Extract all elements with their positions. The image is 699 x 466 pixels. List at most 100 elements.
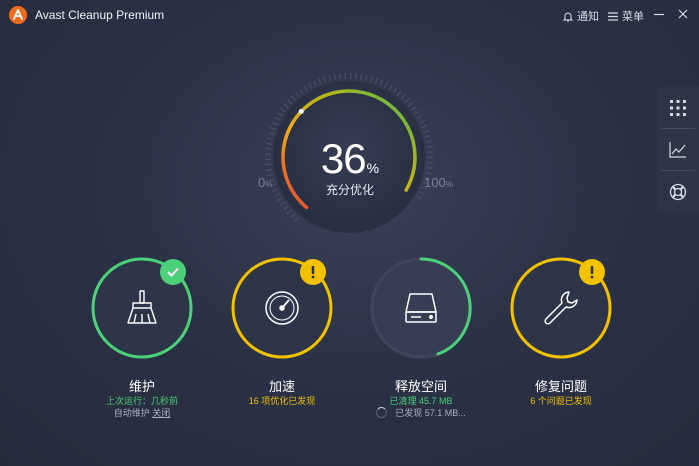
gauge-tick — [279, 201, 286, 206]
check-icon — [167, 267, 179, 277]
gauge-tick — [421, 124, 428, 129]
lifebuoy-icon — [669, 183, 687, 200]
broom-icon — [127, 290, 157, 324]
gauge-tick — [418, 191, 425, 195]
close-button[interactable] — [676, 6, 690, 22]
gauge-unit: % — [366, 160, 380, 176]
gauge-tick — [365, 74, 368, 81]
gauge-tick — [286, 209, 292, 215]
gauge-tick — [274, 192, 281, 197]
gauge-tick — [355, 73, 357, 80]
gauge-tick — [407, 101, 414, 107]
gauge-tick — [388, 84, 393, 91]
maintenance-title: 维护 — [128, 379, 155, 394]
hamburger-icon — [608, 11, 618, 21]
notifications-button[interactable]: 通知 — [563, 8, 599, 24]
gauge-tick — [328, 75, 332, 82]
gauge-tick — [360, 73, 363, 80]
warning-badge — [579, 259, 605, 285]
close-icon — [678, 9, 688, 19]
free-space-found: 已发现 57.1 MB... — [351, 406, 491, 419]
gauge-value: 36% — [320, 135, 380, 182]
gauge-tick — [277, 112, 283, 117]
fix-problems-tile[interactable] — [508, 255, 614, 361]
gauge-tick — [413, 110, 420, 115]
gauge-tick — [425, 171, 432, 175]
free-space-title: 释放空间 — [394, 379, 447, 394]
gauge-tick — [270, 126, 277, 131]
gauge-tick — [422, 130, 429, 134]
gauge-tick — [272, 121, 279, 126]
chart-icon — [669, 141, 686, 158]
gauge-tick — [294, 216, 300, 222]
gauge-tick — [266, 142, 273, 145]
gauge-label: 充分优化 — [325, 183, 374, 197]
gauge-tick — [318, 78, 322, 85]
gauge-tick — [400, 94, 406, 100]
gauge-tick — [265, 168, 273, 171]
gauge-tick — [411, 106, 417, 111]
gauge-tick — [374, 77, 378, 84]
apps-grid-icon — [670, 99, 686, 116]
speedup-status: 16 项优化已发现 — [248, 396, 316, 406]
gauge-min-label: 0% — [258, 175, 273, 190]
warning-badge — [300, 259, 326, 285]
gauge-tick — [308, 82, 313, 89]
gauge-max-label: 100% — [424, 175, 453, 190]
auto-maintenance-off-link[interactable]: 关闭 — [152, 408, 170, 418]
gauge-tick — [333, 74, 337, 81]
gauge-tick — [290, 95, 296, 101]
gauge-tick — [272, 188, 278, 192]
check-badge — [160, 259, 186, 285]
gauge-tick — [268, 132, 275, 135]
gauge-tick — [323, 76, 327, 83]
notifications-label: 通知 — [577, 11, 599, 23]
hard-drive-icon — [405, 293, 437, 323]
free-space-tile[interactable] — [368, 255, 474, 361]
gauge-tick — [404, 97, 410, 103]
spinner-icon — [376, 407, 388, 418]
gauge-tick — [265, 148, 272, 150]
gauge-tick — [419, 120, 425, 124]
gauge-tick — [416, 115, 423, 120]
speedup-tile[interactable] — [229, 255, 335, 361]
minimize-button[interactable] — [652, 6, 666, 22]
gauge-tick — [290, 212, 296, 219]
minimize-icon — [654, 13, 664, 16]
gauge-tick — [265, 163, 272, 166]
gauge-tick — [299, 88, 304, 95]
gauge-tick — [416, 195, 423, 200]
gauge-tick — [425, 140, 432, 143]
auto-maintenance: 自动维护 关闭 — [113, 408, 171, 418]
avast-logo-icon — [9, 6, 27, 24]
maintenance-tile[interactable] — [89, 255, 195, 361]
menu-button[interactable]: 菜单 — [608, 8, 644, 24]
exclamation-icon — [311, 266, 315, 279]
gauge-tick — [424, 135, 431, 138]
exclamation-icon — [590, 266, 594, 279]
gauge-tick — [277, 197, 283, 202]
gauge-tick — [267, 137, 274, 140]
gauge-tick — [369, 76, 373, 83]
gauge-tick — [339, 73, 342, 80]
bell-icon — [563, 12, 573, 21]
gauge-tick — [426, 145, 433, 148]
statistics-button[interactable] — [657, 129, 699, 170]
gauge-tick — [283, 205, 289, 211]
gauge-tick — [426, 166, 433, 169]
gauge-tick — [274, 117, 281, 121]
title-bar: Avast Cleanup Premium 通知 菜单 — [0, 0, 699, 30]
wrench-icon — [544, 291, 578, 325]
speedup-title: 加速 — [268, 379, 295, 394]
gauge-tick — [280, 107, 286, 113]
fix-problems-status: 6 个问题已发现 — [530, 396, 592, 406]
gauge-tick — [303, 85, 308, 92]
gauge-indicator — [298, 108, 304, 114]
app-title: Avast Cleanup Premium — [35, 8, 165, 22]
help-button[interactable] — [657, 171, 699, 212]
menu-label: 菜单 — [622, 11, 644, 23]
apps-grid-button[interactable] — [657, 87, 699, 128]
gauge-tick — [294, 92, 300, 98]
gauge-tick — [313, 80, 317, 87]
gauge-tick — [392, 87, 398, 94]
